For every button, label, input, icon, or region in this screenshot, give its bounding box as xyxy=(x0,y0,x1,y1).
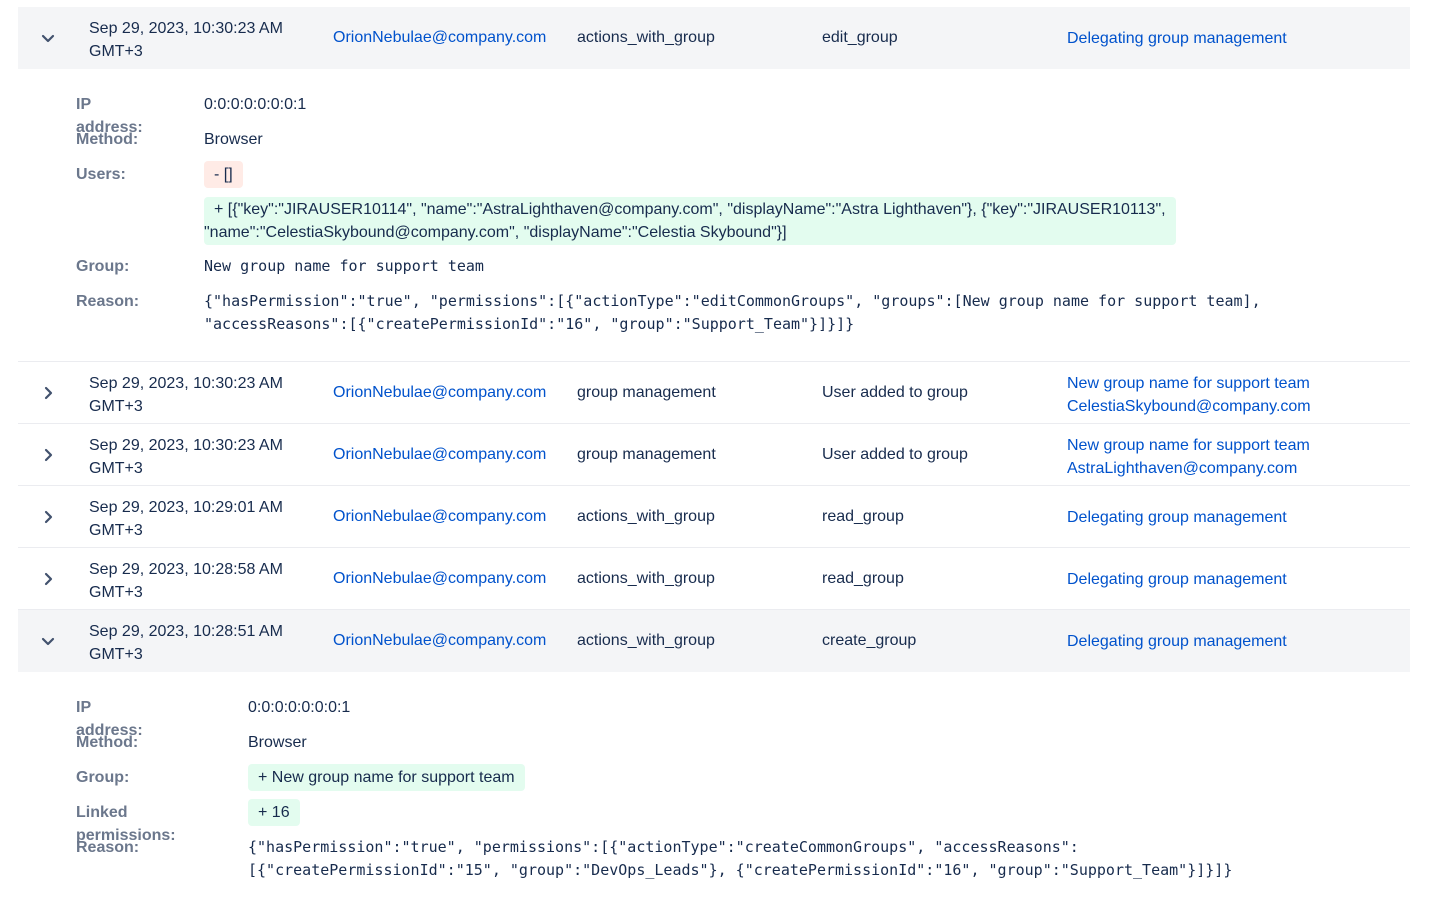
object-link[interactable]: Delegating group management xyxy=(1067,506,1287,529)
author-link[interactable]: OrionNebulae@company.com xyxy=(333,508,546,526)
detail-label: Group: xyxy=(76,769,130,786)
author-link[interactable]: OrionNebulae@company.com xyxy=(333,570,546,588)
event-action: create_group xyxy=(822,632,917,649)
event-date: Sep 29, 2023, 10:28:51 AM GMT+3 xyxy=(89,620,319,666)
detail-value: New group name for support team xyxy=(204,257,484,275)
chevron-right-icon[interactable] xyxy=(38,383,58,403)
event-date: Sep 29, 2023, 10:29:01 AM GMT+3 xyxy=(89,496,319,542)
event-action: edit_group xyxy=(822,29,898,46)
event-category: group management xyxy=(577,446,716,463)
event-action: read_group xyxy=(822,570,904,587)
added-value: + 16 xyxy=(248,799,300,826)
reason-line: "accessReasons":[{"createPermissionId":"… xyxy=(204,315,855,333)
event-action: read_group xyxy=(822,508,904,525)
event-timezone: GMT+3 xyxy=(89,460,143,477)
event-timezone: GMT+3 xyxy=(89,646,143,663)
table-row[interactable]: Sep 29, 2023, 10:29:01 AM GMT+3 OrionNeb… xyxy=(18,486,1410,548)
reason-line: [{"createPermissionId":"15", "group":"De… xyxy=(248,861,1233,879)
detail-value: Browser xyxy=(204,131,263,148)
detail-value: {"hasPermission":"true", "permissions":[… xyxy=(248,836,1232,882)
object-link[interactable]: AstraLighthaven@company.com xyxy=(1067,460,1297,477)
event-category: actions_with_group xyxy=(577,570,715,587)
event-date-time: Sep 29, 2023, 10:28:51 AM xyxy=(89,623,283,640)
chevron-right-icon[interactable] xyxy=(38,445,58,465)
event-action: User added to group xyxy=(822,384,968,401)
added-value: + [{"key":"JIRAUSER10114", "name":"Astra… xyxy=(204,197,1176,245)
detail-label: Group: xyxy=(76,258,130,275)
object-link[interactable]: New group name for support team xyxy=(1067,375,1310,392)
event-date-time: Sep 29, 2023, 10:29:01 AM xyxy=(89,499,283,516)
event-timezone: GMT+3 xyxy=(89,398,143,415)
detail-label: Reason: xyxy=(76,839,140,856)
detail-value: 0:0:0:0:0:0:0:1 xyxy=(204,96,307,113)
reason-line: {"hasPermission":"true", "permissions":[… xyxy=(204,292,1261,310)
author-link[interactable]: OrionNebulae@company.com xyxy=(333,446,546,464)
chevron-down-icon[interactable] xyxy=(38,28,58,48)
event-details: IP address: 0:0:0:0:0:0:0:1 Method: Brow… xyxy=(18,672,1410,892)
object-link[interactable]: CelestiaSkybound@company.com xyxy=(1067,398,1311,415)
event-category: actions_with_group xyxy=(577,508,715,525)
event-timezone: GMT+3 xyxy=(89,584,143,601)
object-link[interactable]: Delegating group management xyxy=(1067,630,1287,653)
event-timezone: GMT+3 xyxy=(89,522,143,539)
event-date: Sep 29, 2023, 10:30:23 AM GMT+3 xyxy=(89,17,319,63)
event-category: actions_with_group xyxy=(577,29,715,46)
table-row[interactable]: Sep 29, 2023, 10:30:23 AM GMT+3 OrionNeb… xyxy=(18,362,1410,424)
added-value-line: + [{"key":"JIRAUSER10114", "name":"Astra… xyxy=(214,201,1166,218)
detail-label: Method: xyxy=(76,734,139,751)
detail-value: {"hasPermission":"true", "permissions":[… xyxy=(204,290,1261,336)
event-date: Sep 29, 2023, 10:28:58 AM GMT+3 xyxy=(89,558,319,604)
event-date: Sep 29, 2023, 10:30:23 AM GMT+3 xyxy=(89,434,319,480)
event-date-time: Sep 29, 2023, 10:28:58 AM xyxy=(89,561,283,578)
reason-line: {"hasPermission":"true", "permissions":[… xyxy=(248,838,1079,856)
detail-label: Users: xyxy=(76,166,126,183)
author-link[interactable]: OrionNebulae@company.com xyxy=(333,384,546,402)
event-category: actions_with_group xyxy=(577,632,715,649)
table-row[interactable]: Sep 29, 2023, 10:30:23 AM GMT+3 OrionNeb… xyxy=(18,7,1410,69)
detail-value: 0:0:0:0:0:0:0:1 xyxy=(248,699,351,716)
detail-label: Method: xyxy=(76,131,139,148)
object-link[interactable]: Delegating group management xyxy=(1067,27,1287,50)
object-link[interactable]: New group name for support team xyxy=(1067,437,1310,454)
removed-value: - [] xyxy=(204,161,243,188)
table-row[interactable]: Sep 29, 2023, 10:30:23 AM GMT+3 OrionNeb… xyxy=(18,424,1410,486)
event-date-time: Sep 29, 2023, 10:30:23 AM xyxy=(89,20,283,37)
detail-label: Reason: xyxy=(76,293,140,310)
chevron-right-icon[interactable] xyxy=(38,569,58,589)
chevron-down-icon[interactable] xyxy=(38,631,58,651)
event-timezone: GMT+3 xyxy=(89,43,143,60)
event-date-time: Sep 29, 2023, 10:30:23 AM xyxy=(89,437,283,454)
event-action: User added to group xyxy=(822,446,968,463)
author-link[interactable]: OrionNebulae@company.com xyxy=(333,632,546,650)
audit-log-list: Sep 29, 2023, 10:30:23 AM GMT+3 OrionNeb… xyxy=(18,7,1410,892)
added-value-line: "name":"CelestiaSkybound@company.com", "… xyxy=(204,224,787,241)
detail-value: Browser xyxy=(248,734,307,751)
added-value: + New group name for support team xyxy=(248,764,525,791)
event-category: group management xyxy=(577,384,716,401)
author-link[interactable]: OrionNebulae@company.com xyxy=(333,29,546,47)
event-date-time: Sep 29, 2023, 10:30:23 AM xyxy=(89,375,283,392)
chevron-right-icon[interactable] xyxy=(38,507,58,527)
event-date: Sep 29, 2023, 10:30:23 AM GMT+3 xyxy=(89,372,319,418)
table-row[interactable]: Sep 29, 2023, 10:28:58 AM GMT+3 OrionNeb… xyxy=(18,548,1410,610)
event-details: IP address: 0:0:0:0:0:0:0:1 Method: Brow… xyxy=(18,69,1410,362)
object-link[interactable]: Delegating group management xyxy=(1067,568,1287,591)
table-row[interactable]: Sep 29, 2023, 10:28:51 AM GMT+3 OrionNeb… xyxy=(18,610,1410,672)
